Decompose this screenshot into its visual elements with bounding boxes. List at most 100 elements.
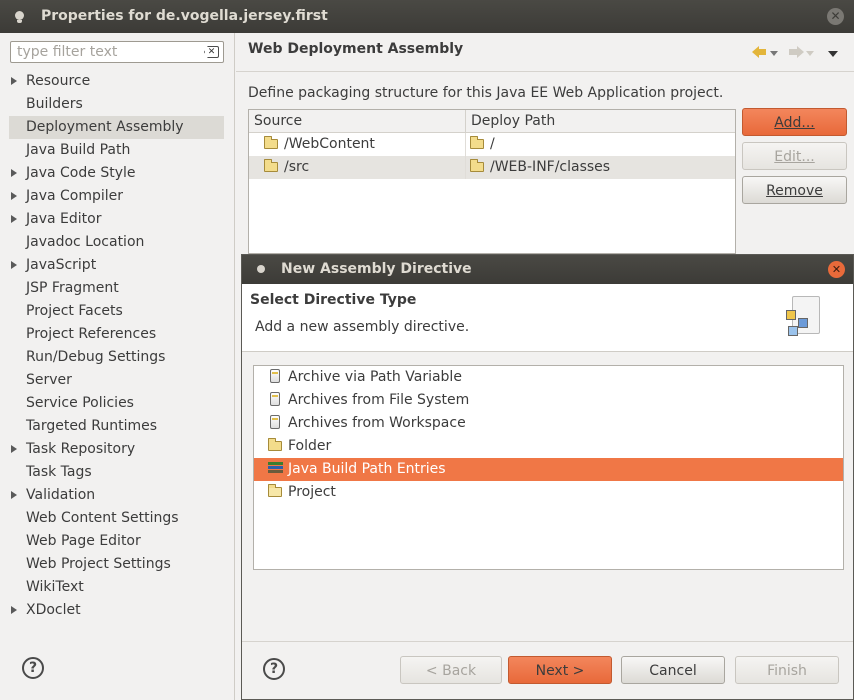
tree-item-label: Resource [26, 73, 91, 89]
tree-item-label: Service Policies [26, 395, 134, 411]
expand-arrow-icon[interactable] [11, 77, 17, 85]
list-item-archives-from-workspace[interactable]: Archives from Workspace [254, 412, 843, 435]
list-item-label: Folder [288, 438, 332, 454]
back-history-dropdown-icon[interactable] [770, 51, 778, 56]
tree-item-label: Targeted Runtimes [26, 418, 158, 434]
list-item-label: Archives from File System [288, 392, 470, 408]
edit-button: Edit... [742, 142, 847, 170]
assembly-table: Source Deploy Path /WebContent / /src /W… [248, 109, 736, 254]
dialog-menu-icon[interactable] [257, 265, 265, 273]
tree-item-project-facets[interactable]: Project Facets [0, 300, 235, 323]
tree-item-task-tags[interactable]: Task Tags [0, 461, 235, 484]
list-item-folder[interactable]: Folder [254, 435, 843, 458]
window-titlebar: Properties for de.vogella.jersey.first ✕ [0, 0, 854, 33]
expand-arrow-icon[interactable] [11, 445, 17, 453]
help-icon[interactable]: ? [263, 658, 285, 680]
expand-arrow-icon[interactable] [11, 261, 17, 269]
tree-item-label: Java Editor [26, 211, 102, 227]
tree-item-java-compiler[interactable]: Java Compiler [0, 185, 235, 208]
tree-item-resource[interactable]: Resource [0, 70, 235, 93]
tree-item-run-debug-settings[interactable]: Run/Debug Settings [0, 346, 235, 369]
tree-item-validation[interactable]: Validation [0, 484, 235, 507]
wizard-banner-icon [784, 296, 824, 338]
tree-item-label: Task Tags [26, 464, 92, 480]
tree-item-web-project-settings[interactable]: Web Project Settings [0, 553, 235, 576]
source-label: /src [284, 159, 310, 175]
window-close-icon[interactable]: ✕ [827, 8, 844, 25]
filter-input[interactable] [15, 43, 200, 61]
forward-arrow-icon [789, 45, 805, 59]
tree-item-javadoc-location[interactable]: Javadoc Location [0, 231, 235, 254]
next-button[interactable]: Next > [508, 656, 612, 684]
window-title: Properties for de.vogella.jersey.first [41, 8, 328, 24]
tree-item-jsp-fragment[interactable]: JSP Fragment [0, 277, 235, 300]
expand-arrow-icon[interactable] [11, 606, 17, 614]
folder-icon [268, 438, 282, 451]
tree-item-builders[interactable]: Builders [0, 93, 235, 116]
list-item-project[interactable]: Project [254, 481, 843, 504]
source-cell: /WebContent [264, 133, 375, 156]
clear-filter-icon[interactable]: ✕ [204, 46, 219, 58]
list-item-archives-from-file-system[interactable]: Archives from File System [254, 389, 843, 412]
header-divider [236, 71, 854, 72]
table-row[interactable]: /WebContent / [249, 133, 735, 156]
tree-item-label: Javadoc Location [26, 234, 145, 250]
tree-item-wikitext[interactable]: WikiText [0, 576, 235, 599]
tree-item-xdoclet[interactable]: XDoclet [0, 599, 235, 622]
back-button: < Back [400, 656, 502, 684]
dialog-header-subtitle: Add a new assembly directive. [255, 319, 470, 335]
list-item-label: Archive via Path Variable [288, 369, 462, 385]
tree-item-label: Java Build Path [26, 142, 131, 158]
back-arrow-icon[interactable] [752, 45, 768, 59]
list-item-label: Project [288, 484, 336, 500]
tree-item-web-content-settings[interactable]: Web Content Settings [0, 507, 235, 530]
open-folder-icon [268, 484, 282, 497]
column-divider [465, 133, 466, 179]
tree-item-java-build-path[interactable]: Java Build Path [0, 139, 235, 162]
list-item-java-build-path-entries[interactable]: Java Build Path Entries [254, 458, 843, 481]
help-icon[interactable]: ? [22, 657, 44, 679]
window-menu-icon[interactable] [15, 11, 24, 23]
tree-item-label: JSP Fragment [26, 280, 119, 296]
folder-icon [470, 159, 484, 172]
list-item-label: Java Build Path Entries [288, 461, 446, 477]
tree-item-project-references[interactable]: Project References [0, 323, 235, 346]
tree-item-deployment-assembly[interactable]: Deployment Assembly [9, 116, 224, 139]
deploy-label: / [490, 136, 495, 152]
list-item-archive-via-path-variable[interactable]: Archive via Path Variable [254, 366, 843, 389]
expand-arrow-icon[interactable] [11, 215, 17, 223]
remove-button-label: Remove [766, 183, 823, 199]
new-assembly-directive-dialog: New Assembly Directive ✕ Select Directiv… [241, 254, 854, 700]
page-title: Web Deployment Assembly [248, 41, 464, 57]
tree-item-web-page-editor[interactable]: Web Page Editor [0, 530, 235, 553]
tree-item-server[interactable]: Server [0, 369, 235, 392]
tree-item-service-policies[interactable]: Service Policies [0, 392, 235, 415]
tree-item-label: Task Repository [26, 441, 136, 457]
jar-icon [270, 392, 280, 406]
cancel-button[interactable]: Cancel [621, 656, 725, 684]
tree-item-label: Deployment Assembly [26, 119, 184, 135]
remove-button[interactable]: Remove [742, 176, 847, 204]
forward-history-dropdown-icon [806, 51, 814, 56]
expand-arrow-icon[interactable] [11, 192, 17, 200]
tree-item-java-code-style[interactable]: Java Code Style [0, 162, 235, 185]
tree-item-label: Run/Debug Settings [26, 349, 166, 365]
tree-item-targeted-runtimes[interactable]: Targeted Runtimes [0, 415, 235, 438]
dialog-close-icon[interactable]: ✕ [828, 261, 845, 278]
tree-item-task-repository[interactable]: Task Repository [0, 438, 235, 461]
add-button-label: Add... [774, 115, 815, 131]
expand-arrow-icon[interactable] [11, 169, 17, 177]
column-header-source[interactable]: Source [249, 110, 465, 133]
view-menu-icon[interactable] [828, 51, 838, 57]
column-header-deploy-path[interactable]: Deploy Path [466, 110, 736, 133]
list-item-label: Archives from Workspace [288, 415, 466, 431]
tree-item-label: Validation [26, 487, 96, 503]
table-row[interactable]: /src /WEB-INF/classes [249, 156, 735, 179]
tree-item-javascript[interactable]: JavaScript [0, 254, 235, 277]
tree-item-java-editor[interactable]: Java Editor [0, 208, 235, 231]
tree-item-label: Java Compiler [26, 188, 124, 204]
filter-box: ✕ [10, 41, 224, 63]
expand-arrow-icon[interactable] [11, 491, 17, 499]
add-button[interactable]: Add... [742, 108, 847, 136]
tree-item-label: WikiText [26, 579, 84, 595]
